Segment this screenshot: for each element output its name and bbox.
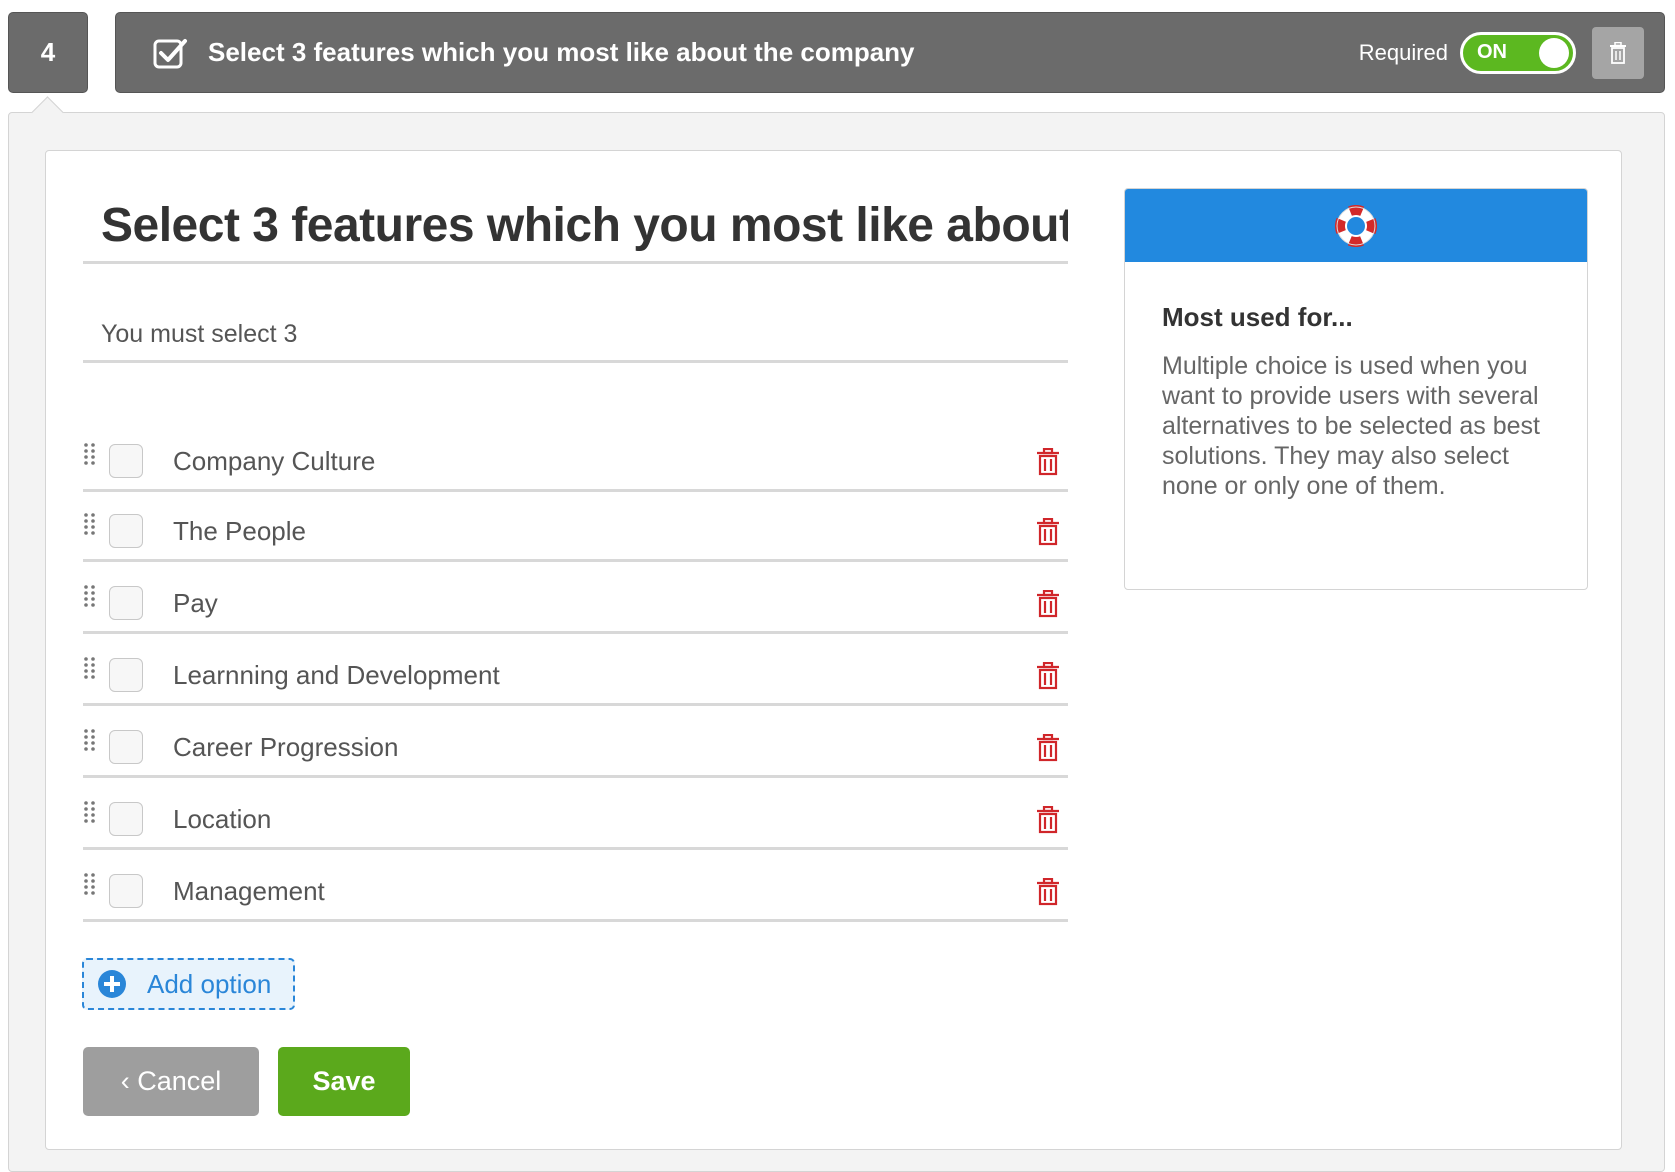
option-checkbox[interactable]	[109, 730, 143, 764]
option-row[interactable]: Management	[83, 860, 1068, 922]
option-checkbox[interactable]	[109, 802, 143, 836]
add-option-label: Add option	[147, 968, 272, 999]
option-checkbox[interactable]	[109, 586, 143, 620]
help-title: Most used for...	[1162, 302, 1353, 332]
option-label[interactable]: Management	[173, 860, 325, 922]
drag-handle-icon[interactable]	[83, 584, 97, 612]
option-checkbox[interactable]	[109, 514, 143, 548]
drag-handle-icon[interactable]	[83, 442, 97, 470]
drag-handle-icon[interactable]	[83, 800, 97, 828]
drag-handle-icon[interactable]	[83, 512, 97, 540]
delete-option-icon[interactable]	[1036, 662, 1060, 690]
drag-handle-icon[interactable]	[83, 728, 97, 756]
trash-icon	[1610, 41, 1626, 64]
option-checkbox[interactable]	[109, 874, 143, 908]
option-row[interactable]: The People	[83, 500, 1068, 562]
question-subtitle-input[interactable]: You must select 3	[83, 308, 1068, 363]
delete-option-icon[interactable]	[1036, 734, 1060, 762]
option-row[interactable]: Location	[83, 788, 1068, 850]
required-label: Required	[1358, 39, 1448, 65]
option-row[interactable]: Pay	[83, 572, 1068, 634]
save-button[interactable]: Save	[278, 1047, 410, 1116]
option-label[interactable]: Location	[173, 788, 271, 850]
drag-handle-icon[interactable]	[83, 872, 97, 900]
checkbox-checked-icon	[153, 38, 187, 68]
question-header-title: Select 3 features which you most like ab…	[208, 37, 915, 67]
delete-option-icon[interactable]	[1036, 518, 1060, 546]
question-header[interactable]: Select 3 features which you most like ab…	[115, 12, 1665, 93]
help-panel: Most used for... Multiple choice is used…	[1124, 188, 1588, 590]
plus-circle-icon	[98, 970, 126, 998]
delete-option-icon[interactable]	[1036, 448, 1060, 476]
option-row[interactable]: Company Culture	[83, 430, 1068, 492]
delete-question-button[interactable]	[1592, 26, 1644, 79]
option-label[interactable]: Company Culture	[173, 430, 375, 492]
option-checkbox[interactable]	[109, 658, 143, 692]
lifebuoy-icon	[1335, 204, 1377, 247]
question-number: 4	[8, 12, 88, 93]
option-row[interactable]: Learnning and Development	[83, 644, 1068, 706]
option-checkbox[interactable]	[109, 444, 143, 478]
option-label[interactable]: The People	[173, 500, 306, 562]
question-title-input[interactable]: Select 3 features which you most like ab…	[83, 188, 1068, 264]
required-toggle[interactable]: ON	[1460, 31, 1576, 74]
toggle-state-label: ON	[1477, 41, 1507, 63]
option-label[interactable]: Learnning and Development	[173, 644, 500, 706]
help-description: Multiple choice is used when you want to…	[1162, 352, 1541, 500]
delete-option-icon[interactable]	[1036, 590, 1060, 618]
option-row[interactable]: Career Progression	[83, 716, 1068, 778]
cancel-button[interactable]: ‹ Cancel	[83, 1047, 259, 1116]
drag-handle-icon[interactable]	[83, 656, 97, 684]
delete-option-icon[interactable]	[1036, 878, 1060, 906]
delete-option-icon[interactable]	[1036, 806, 1060, 834]
add-option-button[interactable]: Add option	[82, 958, 295, 1010]
help-panel-header	[1125, 189, 1587, 262]
toggle-knob	[1539, 37, 1569, 68]
option-label[interactable]: Pay	[173, 572, 218, 634]
option-label[interactable]: Career Progression	[173, 716, 398, 778]
